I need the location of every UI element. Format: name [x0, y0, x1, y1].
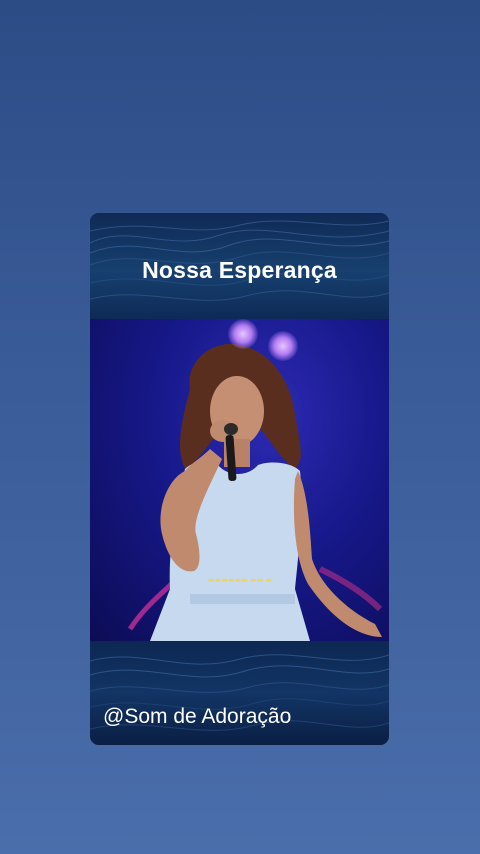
channel-handle[interactable]: @Som de Adoração	[103, 705, 291, 729]
wave-pattern-icon	[90, 654, 389, 731]
stage-light	[268, 331, 298, 361]
reel-card: Nossa Esperança ▬▬▬▬▬▬ ▬▬ ▬ @Som de Ador…	[90, 213, 389, 745]
card-footer: @Som de Adoração	[90, 641, 389, 745]
video-player[interactable]: ▬▬▬▬▬▬ ▬▬ ▬	[90, 319, 389, 641]
song-title: Nossa Esperança	[142, 257, 337, 283]
stage-light	[228, 319, 258, 349]
lyrics-caption: ▬▬▬▬▬▬ ▬▬ ▬	[208, 576, 272, 584]
card-header: Nossa Esperança	[90, 213, 389, 319]
singer-icon	[127, 343, 383, 641]
